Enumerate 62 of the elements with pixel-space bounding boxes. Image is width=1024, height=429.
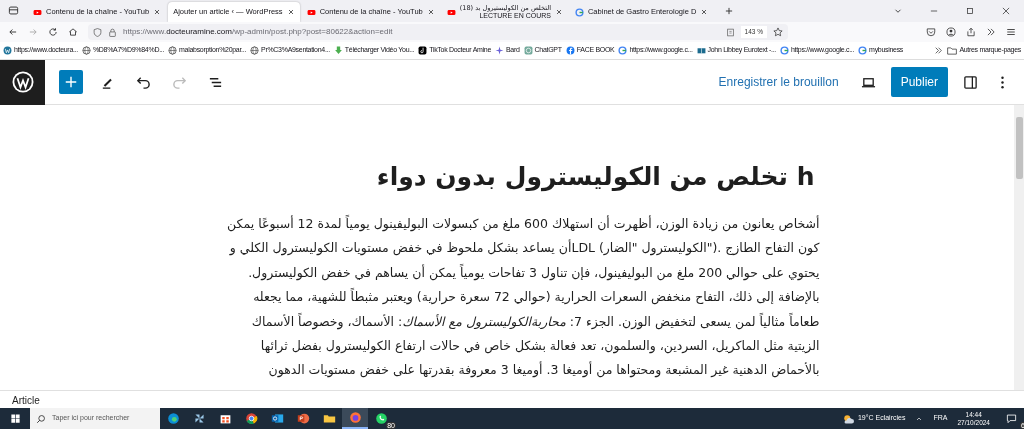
folder-icon [947, 45, 958, 56]
globe-icon [250, 46, 260, 55]
url-text: https://www.docteuramine.com/wp-admin/post.php?post=80622&action=edit [123, 26, 394, 38]
chat-bubble-icon [1005, 413, 1017, 424]
video-icon [33, 7, 42, 17]
tab-list-icon[interactable] [8, 5, 19, 16]
globe-icon [81, 46, 91, 55]
phone-icon [374, 412, 388, 425]
g-letter-icon [779, 46, 789, 55]
close-icon[interactable] [286, 8, 295, 16]
weather-icon[interactable] [841, 412, 854, 425]
account-icon[interactable] [946, 27, 956, 37]
post-title[interactable]: h تخلص من الكوليسترول بدون دواء [199, 162, 815, 192]
sidebar-icon[interactable] [962, 74, 978, 90]
lock-icon [108, 27, 117, 37]
shield-icon[interactable] [93, 27, 102, 37]
menu-icon[interactable] [1006, 27, 1016, 37]
star-icon[interactable] [773, 27, 783, 37]
save-draft-button[interactable]: Enregistrer le brouillon [710, 73, 847, 91]
plus-icon [64, 75, 78, 89]
reload-icon[interactable] [48, 27, 58, 37]
video-icon [306, 7, 316, 17]
home-icon[interactable] [68, 27, 78, 37]
mail-icon [270, 412, 284, 425]
scrollbar[interactable] [1014, 105, 1024, 390]
close-icon[interactable] [554, 8, 563, 16]
reader-icon[interactable] [725, 27, 735, 37]
chevrons-icon[interactable] [934, 46, 944, 55]
close-icon[interactable] [153, 8, 162, 16]
sparkle-icon [495, 46, 504, 55]
fox-icon [348, 411, 362, 424]
w-logo-icon [3, 46, 12, 55]
pocket-icon[interactable] [926, 27, 936, 37]
back-icon[interactable] [8, 27, 18, 37]
chevrons-icon[interactable] [986, 27, 996, 37]
video-icon [446, 7, 456, 17]
close-icon[interactable] [426, 8, 435, 16]
wordpress-logo[interactable] [0, 59, 45, 105]
windows-logo-icon [9, 413, 21, 424]
share-icon[interactable] [966, 27, 976, 37]
note-icon [418, 46, 428, 55]
pinwheel-icon [192, 412, 206, 425]
f-logo-icon [565, 46, 575, 55]
g-letter-icon [618, 46, 628, 55]
close-icon[interactable] [1001, 6, 1011, 16]
post-paragraph[interactable]: أشخاص يعانون من زيادة الوزن، أظهرت أن استهلاك 600 ملغ من كبسولات البوليفينول يومياً لمدة 12 أسبوعًا يمكن كون التفاح الطازج .("الكوليسترول "الضار) LDLأن يساعد بشكل ملحوظ في خفض مستويات الكوليسترول الكلي و يحتوي على حوالي 200 ملغ من البوليفينول، فإن تناول 3 تفاحات يومياً يمكن أن يساهم في خفض الكوليسترول. بالإضافة إلى ذلك، التفاح منخفض السعرات الحرارية (حوالي 72 سعرة حرارية) ويعتبر مثبطاً للشهية، مما يجعله طعاماً مثالياً لمن يسعى لتخفيض الوزن. الجزء 7: محاربةالكوليسترول مع الأسماك: الأسماك، وخصوصاً الأسماك الزيتية مثل الماكريل، السردين، والسلمون، تعد فعالة بشكل خاص في حالات ارتفاع الكوليسترول بفضل ثرائها بالأحماض الدهنية غير المشبعة ومحتواها من أوميغا 3. أوميغا 3 معروفة بقدرتها على خفض مستويات الدهون [194, 212, 820, 383]
maximize-icon[interactable] [965, 6, 975, 16]
g-letter-icon [574, 7, 584, 17]
globe-icon [168, 46, 178, 55]
p-logo-icon [296, 412, 310, 425]
close-icon[interactable] [700, 8, 709, 16]
download-icon [333, 46, 343, 55]
g-letter-icon [858, 46, 868, 55]
folder-icon [322, 412, 336, 425]
publish-button[interactable]: Publier [890, 67, 948, 97]
book-icon [696, 46, 706, 55]
search-icon [36, 413, 46, 424]
add-block-button[interactable] [59, 70, 83, 94]
bag-icon [218, 412, 232, 425]
new-tab-icon[interactable] [724, 6, 735, 16]
circle-logo-icon [244, 412, 258, 425]
w-logo-icon [10, 70, 35, 94]
